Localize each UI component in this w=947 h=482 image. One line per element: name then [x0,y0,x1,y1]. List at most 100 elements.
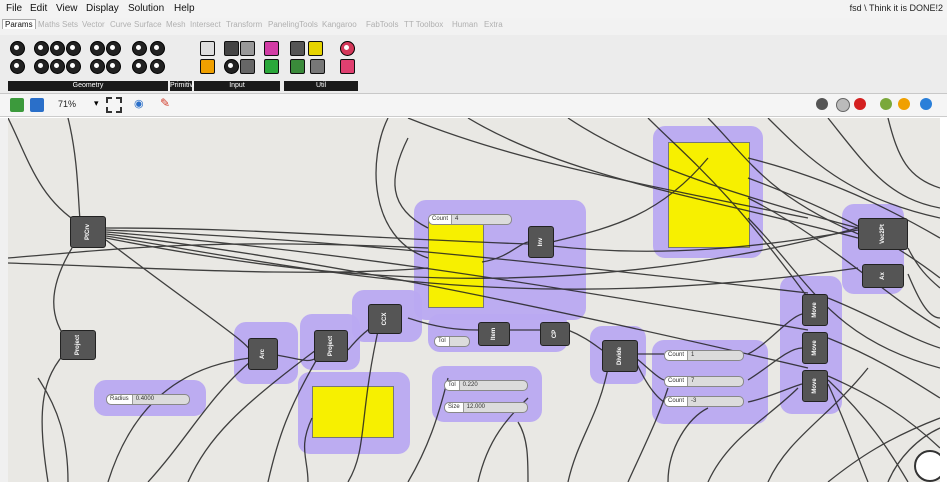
twisted-box-param-icon[interactable] [90,59,105,74]
button-icon[interactable] [224,59,239,74]
number-slider-icon[interactable] [200,41,215,56]
component-cp[interactable]: CP [540,322,570,346]
menu-help[interactable]: Help [174,3,195,14]
field-param-icon[interactable] [106,59,121,74]
zoom-extents-icon[interactable] [106,97,122,113]
menu-display[interactable]: Display [86,3,119,14]
component-move[interactable]: Move [802,370,828,402]
tab-kangaroo[interactable]: Kangaroo [322,20,357,29]
fitness-icon[interactable] [340,59,355,74]
menu-edit[interactable]: Edit [30,3,47,14]
tab-intersect[interactable]: Intersect [190,20,221,29]
gradient-icon[interactable] [264,59,279,74]
component-vec2pt[interactable]: Vec2Pt [858,218,908,250]
navigation-compass-icon[interactable] [914,450,940,482]
preview-light-icon[interactable] [898,98,910,110]
zoom-level[interactable]: 71% [58,99,76,109]
brep-param-icon[interactable] [90,41,105,56]
number-slider[interactable]: Tol 0.220 [444,380,528,391]
preview-selected-icon[interactable] [880,98,892,110]
mesh-param-icon[interactable] [50,59,65,74]
tab-extra[interactable]: Extra [484,20,503,29]
number-slider[interactable]: Count -3 [664,396,744,407]
component-move[interactable]: Move [802,332,828,364]
component-move[interactable]: Move [802,294,828,326]
cluster-icon[interactable] [290,41,305,56]
component-project[interactable]: Project [314,330,348,362]
save-file-icon[interactable] [30,98,44,112]
component-divide[interactable]: Divide [602,340,638,372]
number-slider[interactable]: Radius 0.4000 [106,394,190,405]
tab-maths[interactable]: Maths [38,20,60,29]
component-ptcrv[interactable]: PtCrv [70,216,106,248]
slider-name: Count [665,397,689,406]
tab-sets[interactable]: Sets [62,20,78,29]
timer-icon[interactable] [310,59,325,74]
circle-param-icon[interactable] [34,41,49,56]
preview-wire-icon[interactable] [816,98,828,110]
plane-param-icon[interactable] [150,41,165,56]
tab-vector[interactable]: Vector [82,20,105,29]
slider-value: 7 [691,378,695,384]
open-file-icon[interactable] [10,98,24,112]
galapagos-icon[interactable] [340,41,355,56]
component-label: Divide [617,346,623,366]
preview-eye-icon[interactable]: ◉ [134,97,144,110]
sketch-pen-icon[interactable]: ✎ [160,96,170,110]
tab-panelingtools[interactable]: PanelingTools [268,20,318,29]
component-inv[interactable]: Inv [528,226,554,258]
menu-file[interactable]: File [6,3,22,14]
slider-value: 0.220 [462,382,478,388]
ribbon-group-primitive[interactable]: Primitive [170,81,197,91]
geometry-param-icon[interactable] [10,41,25,56]
curve-param-icon[interactable] [50,41,65,56]
line-param-icon[interactable] [34,59,49,74]
component-label: Move [812,378,818,394]
scribble-icon[interactable] [308,41,323,56]
menu-view[interactable]: View [56,3,78,14]
transform-param-icon[interactable] [150,59,165,74]
boolean-toggle-icon[interactable] [240,59,255,74]
arc-param-icon[interactable] [66,41,81,56]
color-swatch-icon[interactable] [264,41,279,56]
tab-curve[interactable]: Curve [110,20,131,29]
grasshopper-canvas[interactable]: PtCrv Project Arc Project CCX Item Inv C… [8,118,940,482]
box-param-icon[interactable] [106,41,121,56]
component-ax[interactable]: Ax [862,264,904,288]
component-project[interactable]: Project [60,330,96,360]
ribbon-group-geometry[interactable]: Geometry [8,81,168,91]
number-slider[interactable]: Size 12.000 [444,402,528,413]
component-label: Vec2Pt [880,224,886,244]
slider-name: Size [445,403,464,412]
component-arc[interactable]: Arc [248,338,278,370]
surface-param-icon[interactable] [66,59,81,74]
tab-transform[interactable]: Transform [226,20,262,29]
value-list-icon[interactable] [240,41,255,56]
component-ccx[interactable]: CCX [368,304,402,334]
preview-shaded-icon[interactable] [854,98,866,110]
menu-solution[interactable]: Solution [128,3,164,14]
ribbon-group-input[interactable]: Input [194,81,280,91]
point-param-icon[interactable] [132,41,147,56]
panel-icon[interactable] [224,41,239,56]
component-label: PtCrv [85,223,91,241]
preview-sphere-icon[interactable] [920,98,932,110]
number-slider[interactable]: Count 1 [664,350,744,361]
number-slider[interactable]: Count 7 [664,376,744,387]
ribbon-group-util[interactable]: Util [284,81,358,91]
vector-param-icon[interactable] [132,59,147,74]
tab-fabtools[interactable]: FabTools [366,20,398,29]
tab-human[interactable]: Human [452,20,478,29]
graph-mapper-icon[interactable] [200,59,215,74]
image-sampler-icon[interactable] [290,59,305,74]
number-slider[interactable]: Count 4 [428,214,512,225]
tab-params[interactable]: Params [2,19,36,29]
tab-mesh[interactable]: Mesh [166,20,186,29]
group-param-icon[interactable] [10,59,25,74]
zoom-dropdown-icon[interactable]: ▾ [94,98,99,109]
component-item[interactable]: Item [478,322,510,346]
tab-tt-toolbox[interactable]: TT Toolbox [404,20,443,29]
preview-off-icon[interactable] [836,98,850,112]
tab-surface[interactable]: Surface [134,20,162,29]
number-slider[interactable]: Tol [434,336,470,347]
